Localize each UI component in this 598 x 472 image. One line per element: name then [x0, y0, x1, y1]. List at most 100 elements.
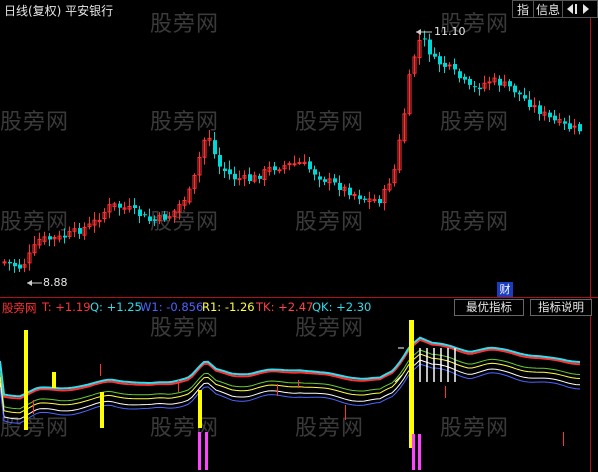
candle — [13, 258, 17, 273]
indicator-panel — [0, 320, 581, 470]
candle — [348, 183, 352, 200]
candle — [352, 191, 357, 200]
candle — [363, 196, 367, 203]
candle — [118, 201, 122, 216]
candle — [372, 194, 377, 203]
candle — [48, 233, 52, 247]
candle — [252, 171, 257, 184]
low-price-label: 8.88 — [43, 276, 68, 289]
candle — [578, 121, 582, 135]
chart-window: 股旁网 股旁网 股旁网 股旁网 股旁网 股旁网 股旁网 股旁网 股旁网 股旁网 … — [0, 0, 598, 472]
candle — [568, 115, 572, 132]
info-button[interactable]: 信息 — [533, 0, 563, 18]
candle — [87, 216, 92, 230]
candle — [8, 259, 12, 271]
candle — [37, 232, 42, 249]
candle — [122, 201, 127, 214]
candle — [438, 52, 442, 73]
nav-arrows-button[interactable] — [562, 0, 598, 18]
candle — [327, 172, 332, 191]
indicator-bar — [563, 432, 564, 446]
line-white — [0, 359, 581, 420]
candle — [572, 118, 577, 135]
indicator-value-q: Q: +1.25 — [90, 300, 142, 314]
candle — [378, 195, 382, 207]
candle — [258, 173, 262, 184]
candle — [107, 197, 112, 219]
candle — [133, 198, 137, 215]
candle — [518, 90, 522, 102]
indicator-value-tk: TK: +2.47 — [256, 300, 314, 314]
candle — [338, 175, 342, 197]
indicator-bar — [24, 330, 28, 430]
candle — [223, 162, 227, 179]
candle — [318, 171, 322, 188]
candlestick-chart — [0, 18, 598, 472]
candle — [498, 75, 502, 92]
candle — [538, 100, 542, 121]
candle — [242, 170, 247, 187]
candle — [187, 186, 192, 205]
candle — [138, 205, 142, 224]
candle — [192, 173, 197, 194]
candle — [342, 184, 347, 197]
candle — [367, 191, 372, 210]
candle — [478, 83, 482, 96]
candle — [453, 58, 457, 75]
candle — [63, 228, 67, 244]
indicator-bar — [298, 380, 299, 388]
candle — [487, 76, 492, 91]
candle — [153, 215, 157, 226]
candle — [297, 157, 302, 165]
indicator-bar — [198, 390, 202, 428]
candle — [473, 80, 477, 93]
indicator-bar — [52, 372, 56, 388]
line-r1 — [0, 353, 581, 414]
candle — [492, 73, 497, 86]
candle — [233, 166, 237, 187]
candle — [397, 134, 402, 174]
indicator-bar — [409, 320, 414, 448]
indicator-value-qk: QK: +2.30 — [312, 300, 372, 314]
candle — [323, 176, 327, 186]
high-arrow-icon — [416, 29, 421, 35]
candle — [112, 201, 117, 211]
candles — [2, 30, 582, 273]
candle — [177, 200, 182, 220]
indicator-bar — [178, 380, 179, 392]
candle — [57, 230, 62, 243]
indicator-bar — [198, 432, 201, 470]
candle — [197, 151, 202, 183]
candle — [213, 131, 217, 159]
finance-badge[interactable]: 财 — [497, 282, 513, 297]
candle — [202, 137, 207, 165]
best-indicator-button[interactable]: 最优指标 — [454, 299, 524, 316]
candle — [458, 68, 462, 83]
candle — [277, 167, 282, 174]
indicator-bar — [345, 405, 346, 420]
candle — [172, 209, 177, 223]
candle — [563, 117, 567, 131]
candle — [92, 212, 97, 233]
candle — [2, 259, 7, 266]
indicator-bar — [418, 434, 421, 470]
indicator-bar — [205, 432, 208, 470]
candle — [428, 33, 432, 62]
candle — [273, 161, 277, 175]
chart-title: 日线(复权) 平安银行 — [4, 4, 114, 18]
candle — [42, 231, 47, 245]
indicator-button[interactable]: 指 — [512, 0, 534, 18]
indicator-help-button[interactable]: 指标说明 — [530, 299, 592, 316]
candle — [412, 54, 417, 77]
candle — [417, 31, 422, 65]
arrow-icons — [567, 4, 589, 14]
candle — [508, 79, 512, 92]
indicator-value-r1: R1: -1.26 — [202, 300, 255, 314]
indicator-name: 股旁网 — [2, 301, 37, 315]
candle — [282, 160, 287, 174]
candle — [163, 211, 167, 222]
candle — [82, 222, 87, 240]
candle — [402, 108, 407, 144]
line-green — [0, 349, 581, 410]
candle — [248, 167, 252, 185]
